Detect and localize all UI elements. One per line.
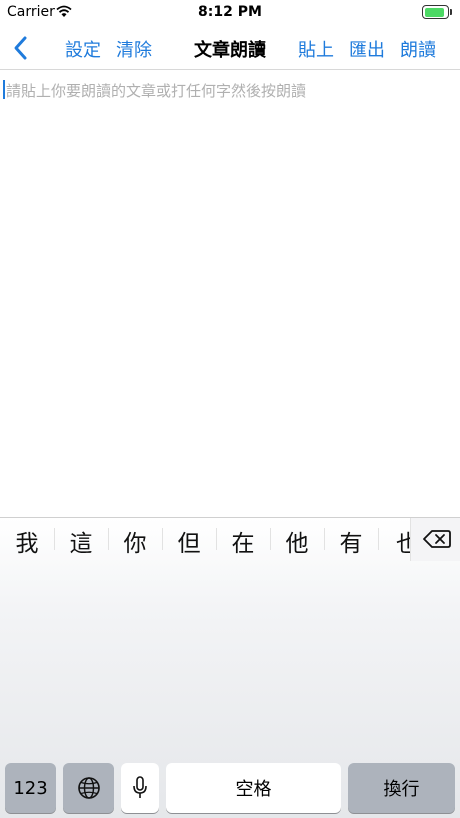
- navigation-bar: 設定 清除 文章朗讀 貼上 匯出 朗讀: [0, 26, 460, 70]
- battery-icon: [422, 5, 452, 19]
- candidate-word[interactable]: 我: [0, 524, 54, 558]
- space-key-label: 空格: [235, 779, 272, 800]
- candidate-word[interactable]: 也: [378, 524, 410, 558]
- return-key-label: 換行: [383, 779, 420, 800]
- text-cursor: [3, 80, 5, 99]
- text-editor[interactable]: 請貼上你要朗讀的文章或打任何字然後按朗讀: [0, 71, 460, 517]
- candidate-word[interactable]: 在: [216, 524, 270, 558]
- paste-button[interactable]: 貼上: [298, 36, 334, 62]
- candidate-word[interactable]: 你: [108, 524, 162, 558]
- clock: 8:12 PM: [198, 4, 262, 20]
- editor-placeholder: 請貼上你要朗讀的文章或打任何字然後按朗讀: [6, 82, 307, 100]
- globe-key[interactable]: [63, 763, 114, 813]
- page-title: 文章朗讀: [194, 40, 266, 61]
- return-key[interactable]: 換行: [348, 763, 455, 813]
- space-key[interactable]: 空格: [166, 763, 341, 813]
- delete-button[interactable]: [410, 518, 460, 561]
- candidate-word[interactable]: 有: [324, 524, 378, 558]
- read-aloud-button[interactable]: 朗讀: [400, 36, 436, 62]
- numbers-key-label: 123: [13, 777, 48, 799]
- keyboard-bottom-row: 123 空格 換行: [0, 763, 460, 813]
- dictation-key[interactable]: [121, 763, 159, 813]
- export-button[interactable]: 匯出: [349, 36, 385, 62]
- globe-icon: [77, 777, 100, 799]
- candidate-bar: 我 這 你 但 在 他 有 也: [0, 518, 460, 561]
- back-chevron-icon[interactable]: [10, 34, 32, 62]
- delete-icon: [423, 530, 451, 548]
- clear-button[interactable]: 清除: [116, 36, 152, 62]
- status-bar: Carrier 8:12 PM: [0, 0, 460, 26]
- settings-button[interactable]: 設定: [65, 36, 101, 62]
- candidate-word[interactable]: 但: [162, 524, 216, 558]
- candidate-word[interactable]: 他: [270, 524, 324, 558]
- numbers-key[interactable]: 123: [5, 763, 56, 813]
- microphone-icon: [133, 776, 147, 798]
- candidate-word[interactable]: 這: [54, 524, 108, 558]
- keyboard: 我 這 你 但 在 他 有 也 123 空格 換行: [0, 517, 460, 818]
